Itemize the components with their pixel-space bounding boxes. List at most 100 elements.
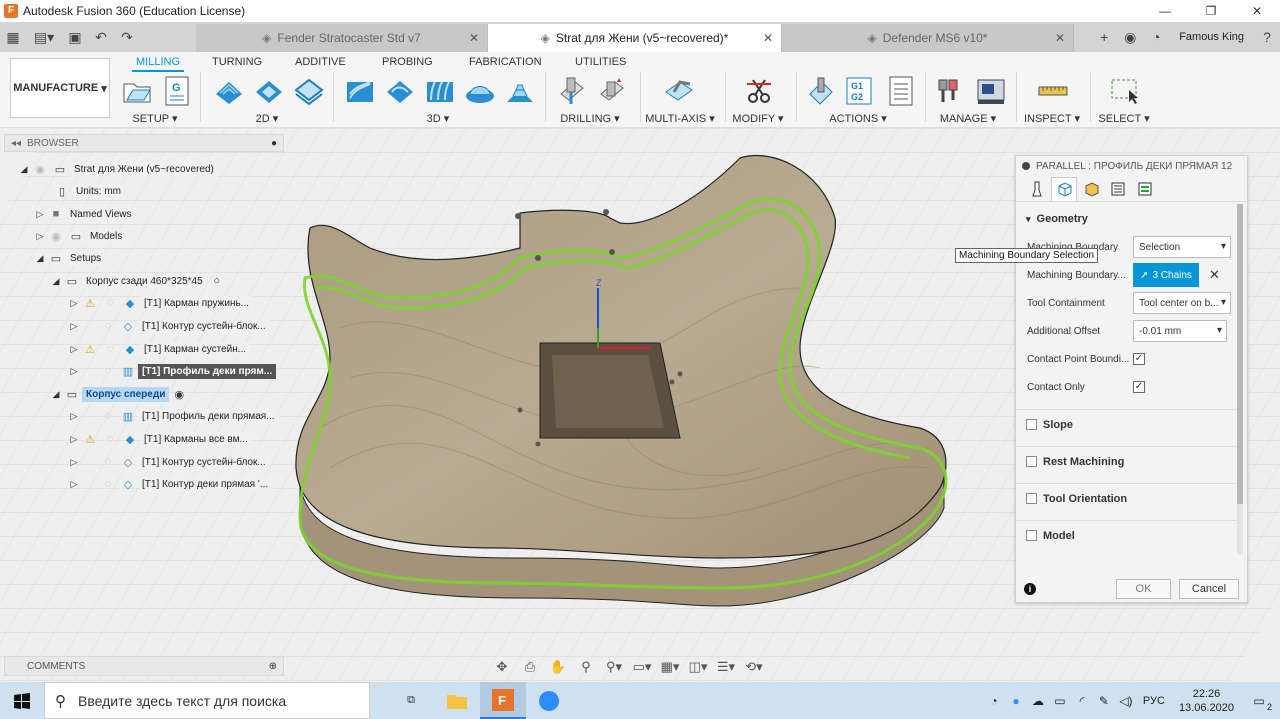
group-modify[interactable]: MODIFY ▾ [732,112,783,125]
ok-button[interactable]: OK [1116,579,1171,599]
browser-header[interactable]: ◂◂ BROWSER ● [4,134,284,152]
doc-tab-defender[interactable]: ◈ Defender MS6 v10* ✕ [782,24,1074,52]
dialog-scrollbar[interactable] [1237,204,1243,554]
grid-icon[interactable]: ▦▾ [658,657,682,677]
modify-scissors-icon[interactable] [742,74,776,108]
expand-icon[interactable]: ▷ [68,366,80,377]
tool-orientation-checkbox[interactable] [1026,493,1037,504]
model-checkbox[interactable] [1026,530,1037,541]
eye-icon[interactable]: ◌ [100,477,116,491]
tab-probing[interactable]: PROBING [382,56,433,68]
expand-icon[interactable]: ◢ [34,253,46,264]
minimize-icon[interactable]: — [1142,0,1188,22]
eye-icon[interactable]: ◌ [100,319,116,333]
undo-icon[interactable]: ↶ [88,22,114,52]
close-tab-icon[interactable]: ✕ [1055,31,1065,45]
3d-parallel-icon[interactable] [423,74,457,108]
task-view-icon[interactable]: ⧉ [388,682,434,719]
slope-checkbox[interactable] [1026,419,1037,430]
zoom-app-icon[interactable] [526,682,572,719]
tab-tool-icon[interactable] [1024,177,1050,201]
simulate-icon[interactable] [804,74,838,108]
tab-passes-icon[interactable] [1105,177,1131,201]
eye-icon[interactable]: ◌ [102,432,118,446]
tab-linking-icon[interactable] [1132,177,1158,201]
expand-icon[interactable]: ▷ [68,479,80,490]
user-name[interactable]: Famous King [1179,31,1244,43]
tree-setups[interactable]: ◢ ▭ Setups [34,248,106,268]
battery-icon[interactable]: ▭ [1049,694,1071,708]
add-comment-icon[interactable]: ⊕ [269,661,277,672]
eye-icon[interactable]: ◌ [100,364,116,378]
clock[interactable]: 22:26 13.06.2020 [1179,687,1234,715]
group-2d[interactable]: 2D ▾ [256,112,279,125]
group-drilling[interactable]: DRILLING ▾ [560,112,619,125]
close-icon[interactable]: ✕ [1234,0,1280,22]
section-icon[interactable]: ☰▾ [714,657,738,677]
machining-boundary-select[interactable]: Selection [1133,236,1231,258]
tree-op[interactable]: ▷ ◌ ◇ [T1] Контур сустейн-блок... [68,452,270,472]
multi-axis-icon[interactable] [662,74,696,108]
3d-contour-icon[interactable] [503,74,537,108]
tree-op[interactable]: ▷ ⚠ ◌ ◆ [T1] Карман сустейн... [68,339,251,359]
group-setup[interactable]: SETUP ▾ [132,112,177,125]
tool-containment-select[interactable]: Tool center on b... [1133,292,1231,314]
fit-icon[interactable]: ⚲▾ [602,657,626,677]
maximize-icon[interactable]: ❐ [1188,0,1234,22]
tab-milling[interactable]: MILLING [131,56,185,72]
group-manage[interactable]: MANAGE ▾ [940,112,996,125]
help-icon[interactable]: ? [1254,22,1280,52]
hole-recognition-icon[interactable] [594,74,628,108]
viewports-icon[interactable]: ◫▾ [686,657,710,677]
windows-start-icon[interactable] [0,682,44,719]
extensions-icon[interactable]: ◉ [1117,22,1143,52]
expand-icon[interactable]: ▷ [68,321,80,332]
tree-named-views[interactable]: ▷ ■ Named Views [34,204,136,224]
dialog-header[interactable]: PARALLEL : ПРОФИЛЬ ДЕКИ ПРЯМАЯ 12 [1016,156,1247,176]
additional-offset-input[interactable]: -0.01 mm [1133,320,1227,342]
group-3d[interactable]: 3D ▾ [427,112,450,125]
group-inspect[interactable]: INSPECT ▾ [1024,112,1080,125]
section-tool-orientation[interactable]: Tool Orientation [1016,483,1237,513]
3d-adaptive-icon[interactable] [343,74,377,108]
eye-icon[interactable]: ◌ [100,409,116,423]
doc-tab-fender[interactable]: ◈ Fender Stratocaster Std v7 ✕ [196,24,488,52]
tree-root[interactable]: ◢ ◉ ▭ Strat для Жени (v5~recovered) [18,159,218,179]
orbit-icon[interactable]: ✥ [490,657,514,677]
redo-icon[interactable]: ↷ [114,22,140,52]
boundary-selection-button[interactable]: ➚ 3 Chains [1133,263,1199,287]
zoom-icon[interactable]: ⚲ [574,657,598,677]
2d-adaptive-icon[interactable] [212,74,246,108]
pin-icon[interactable]: ● [271,138,277,149]
workspace-switcher[interactable]: MANUFACTURE ▾ [10,58,110,118]
eye-icon[interactable]: ◌ [102,342,118,356]
group-actions[interactable]: ACTIONS ▾ [829,112,886,125]
bluetooth-icon[interactable]: ◔ [983,694,1005,708]
cancel-button[interactable]: Cancel [1179,579,1239,599]
2d-contour-icon[interactable] [292,74,326,108]
new-setup-icon[interactable] [120,74,154,108]
post-process-icon[interactable]: G1 G2 [842,74,876,108]
language-indicator[interactable]: РУС [1137,695,1171,707]
look-at-icon[interactable]: ⎙ [518,657,542,677]
nc-program-icon[interactable]: G [160,74,194,108]
wifi-icon[interactable]: ◜ [1071,694,1093,708]
dialog-handle-icon[interactable] [1022,162,1030,170]
save-icon[interactable]: ▣ [62,22,88,52]
info-icon[interactable]: i [1024,583,1036,595]
close-tab-icon[interactable]: ✕ [763,31,773,45]
expand-icon[interactable]: ▷ [68,344,80,355]
setup-active-icon[interactable]: ◉ [171,387,187,401]
expand-icon[interactable]: ▷ [68,434,80,445]
2d-pocket-icon[interactable] [252,74,286,108]
expand-icon[interactable]: ▷ [68,457,80,468]
pen-icon[interactable]: ✎ [1093,694,1115,708]
tree-op[interactable]: ▷ ⚠ ◌ ◆ [T1] Карманы все вм... [68,429,252,449]
doc-tab-strat[interactable]: ◈ Strat для Жени (v5~recovered)* ✕ [488,24,782,52]
setup-status-icon[interactable]: ○ [209,274,225,288]
expand-icon[interactable]: ▷ [34,209,46,220]
measure-icon[interactable] [1036,74,1070,108]
tree-setup-back[interactable]: ◢ ▭ Корпус сзади 460*325*45 ○ [50,271,227,291]
tab-fabrication[interactable]: FABRICATION [469,56,542,68]
tree-op-selected[interactable]: ▷ ◌ ▥ [T1] Профиль деки прям... [68,361,277,381]
